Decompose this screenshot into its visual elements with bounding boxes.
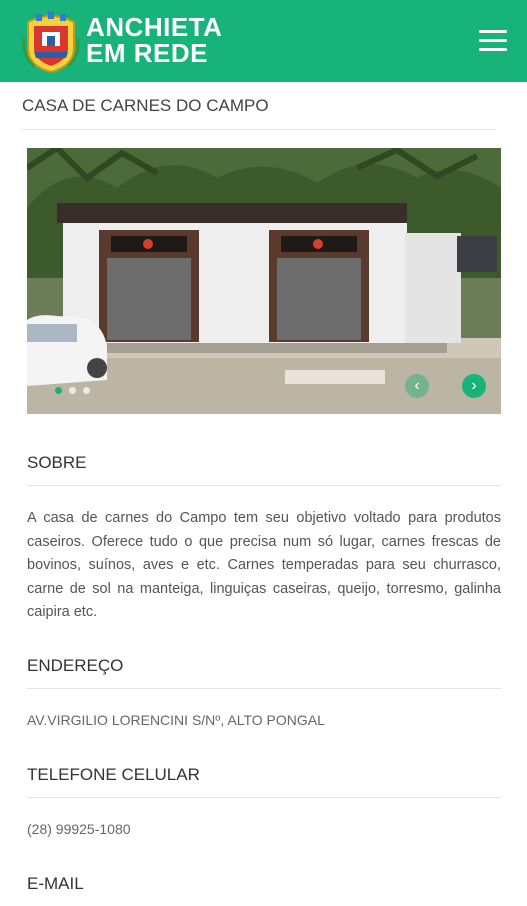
page-title: CASA DE CARNES DO CAMPO <box>22 96 269 115</box>
logo-line-2: EM REDE <box>86 38 208 68</box>
app-logo-text[interactable]: ANCHIETA EM REDE <box>86 14 222 66</box>
city-crest-icon[interactable] <box>22 8 80 74</box>
about-heading: SOBRE <box>27 453 501 486</box>
address-heading: ENDEREÇO <box>27 656 501 689</box>
hamburger-icon[interactable] <box>479 30 507 52</box>
page-title-row: CASA DE CARNES DO CAMPO <box>22 96 496 130</box>
chevron-left-icon[interactable]: ‹ <box>405 374 429 398</box>
address-value: AV.VIRGILIO LORENCINI S/Nº, ALTO PONGAL <box>27 712 325 728</box>
logo-line-1: ANCHIETA <box>86 12 223 42</box>
image-carousel[interactable]: ‹ › <box>27 148 501 414</box>
phone-value[interactable]: (28) 99925-1080 <box>27 821 131 837</box>
about-text: A casa de carnes do Campo tem seu objeti… <box>27 510 501 620</box>
storefront-photo <box>27 148 501 414</box>
chevron-right-icon[interactable]: › <box>462 374 486 398</box>
carousel-dots <box>55 387 90 394</box>
carousel-dot[interactable] <box>55 387 62 394</box>
phone-heading: TELEFONE CELULAR <box>27 765 501 798</box>
app-header: ANCHIETA EM REDE <box>0 0 527 82</box>
carousel-dot[interactable] <box>83 387 90 394</box>
carousel-dot[interactable] <box>69 387 76 394</box>
email-heading: E-MAIL <box>27 874 84 893</box>
